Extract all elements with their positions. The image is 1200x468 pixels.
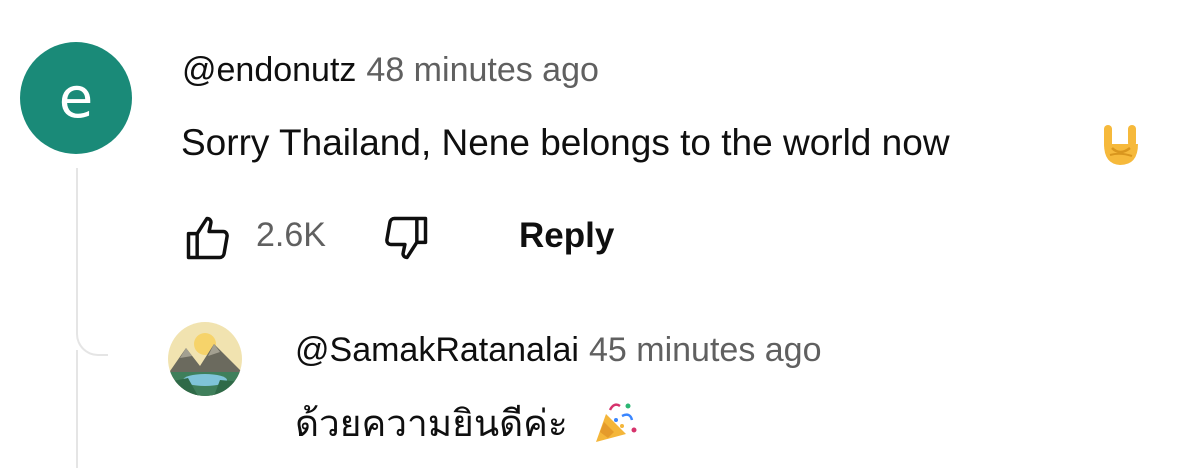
landscape-avatar-icon <box>168 322 242 396</box>
party-popper-emoji <box>596 403 637 442</box>
reply-author[interactable]: @SamakRatanalai <box>295 331 579 369</box>
comment-timestamp[interactable]: 48 minutes ago <box>366 51 599 89</box>
reply-button[interactable]: Reply <box>519 216 614 256</box>
reply-header: @SamakRatanalai 45 minutes ago <box>295 330 822 370</box>
sign-of-the-horns-emoji <box>1104 125 1138 165</box>
reply-timestamp[interactable]: 45 minutes ago <box>589 331 822 369</box>
comment-text: Sorry Thailand, Nene belongs to the worl… <box>181 122 950 163</box>
comment-author[interactable]: @endonutz <box>182 51 356 89</box>
dislike-button[interactable] <box>380 212 432 264</box>
thread-line-tail <box>76 350 78 468</box>
commenter-avatar[interactable]: e <box>20 42 132 154</box>
reply-text: ด้วยความยินดีค่ะ <box>295 403 568 444</box>
thread-connector <box>76 168 108 356</box>
avatar-letter: e <box>58 65 94 131</box>
thumb-down-icon <box>385 216 428 260</box>
thumb-up-icon <box>186 216 229 260</box>
reply-avatar[interactable] <box>168 322 242 396</box>
like-count: 2.6K <box>256 216 326 254</box>
comment-header: @endonutz 48 minutes ago <box>182 50 599 90</box>
like-button[interactable] <box>182 212 234 264</box>
